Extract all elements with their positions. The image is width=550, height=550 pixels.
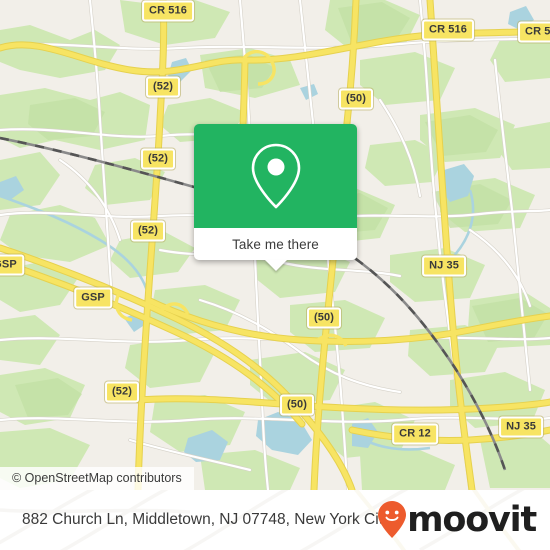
road-shield: (52) xyxy=(105,381,139,403)
footer-content: 882 Church Ln, Middletown, NJ 07748, New… xyxy=(0,490,550,550)
moovit-map-screen: CR 516 CR 516 CR 516 (52) (50) (52) (52) GSP NJ … xyxy=(0,0,550,550)
road-shield: (52) xyxy=(131,220,165,242)
road-shield: CR 516 xyxy=(142,0,194,22)
map-canvas[interactable]: CR 516 CR 516 CR 516 (52) (50) (52) (52) GSP NJ … xyxy=(0,0,550,490)
moovit-smiley-pin-icon xyxy=(378,501,407,538)
road-shield: CR 516 xyxy=(422,19,474,41)
road-shield: (52) xyxy=(146,76,180,98)
take-me-there-label: Take me there xyxy=(232,236,319,252)
road-shield: NJ 35 xyxy=(499,416,543,438)
road-shield: (50) xyxy=(307,307,341,329)
road-shield: (52) xyxy=(141,148,175,170)
osm-attribution-text: © OpenStreetMap contributors xyxy=(12,471,182,485)
take-me-there-button[interactable]: Take me there xyxy=(194,228,357,271)
road-shield: GSP xyxy=(74,287,112,309)
road-shield: CR 12 xyxy=(392,423,438,445)
popup-image-panel xyxy=(194,124,357,228)
location-pin-icon xyxy=(251,143,300,209)
footer-bar: 882 Church Ln, Middletown, NJ 07748, New… xyxy=(0,490,550,550)
road-shield: NJ 35 xyxy=(422,255,466,277)
address-label: 882 Church Ln, Middletown, NJ 07748, New… xyxy=(22,511,391,528)
popup-pointer-tail xyxy=(264,260,287,271)
road-shield: (50) xyxy=(339,88,373,110)
road-shield: (50) xyxy=(280,394,314,416)
osm-attribution[interactable]: © OpenStreetMap contributors xyxy=(0,467,194,490)
destination-popup-card[interactable]: Take me there xyxy=(194,124,357,271)
road-shield: CR 516 xyxy=(518,21,550,43)
road-shield: GSP xyxy=(0,254,24,276)
moovit-wordmark: moovit xyxy=(407,499,537,540)
moovit-brand[interactable]: moovit xyxy=(377,499,537,540)
